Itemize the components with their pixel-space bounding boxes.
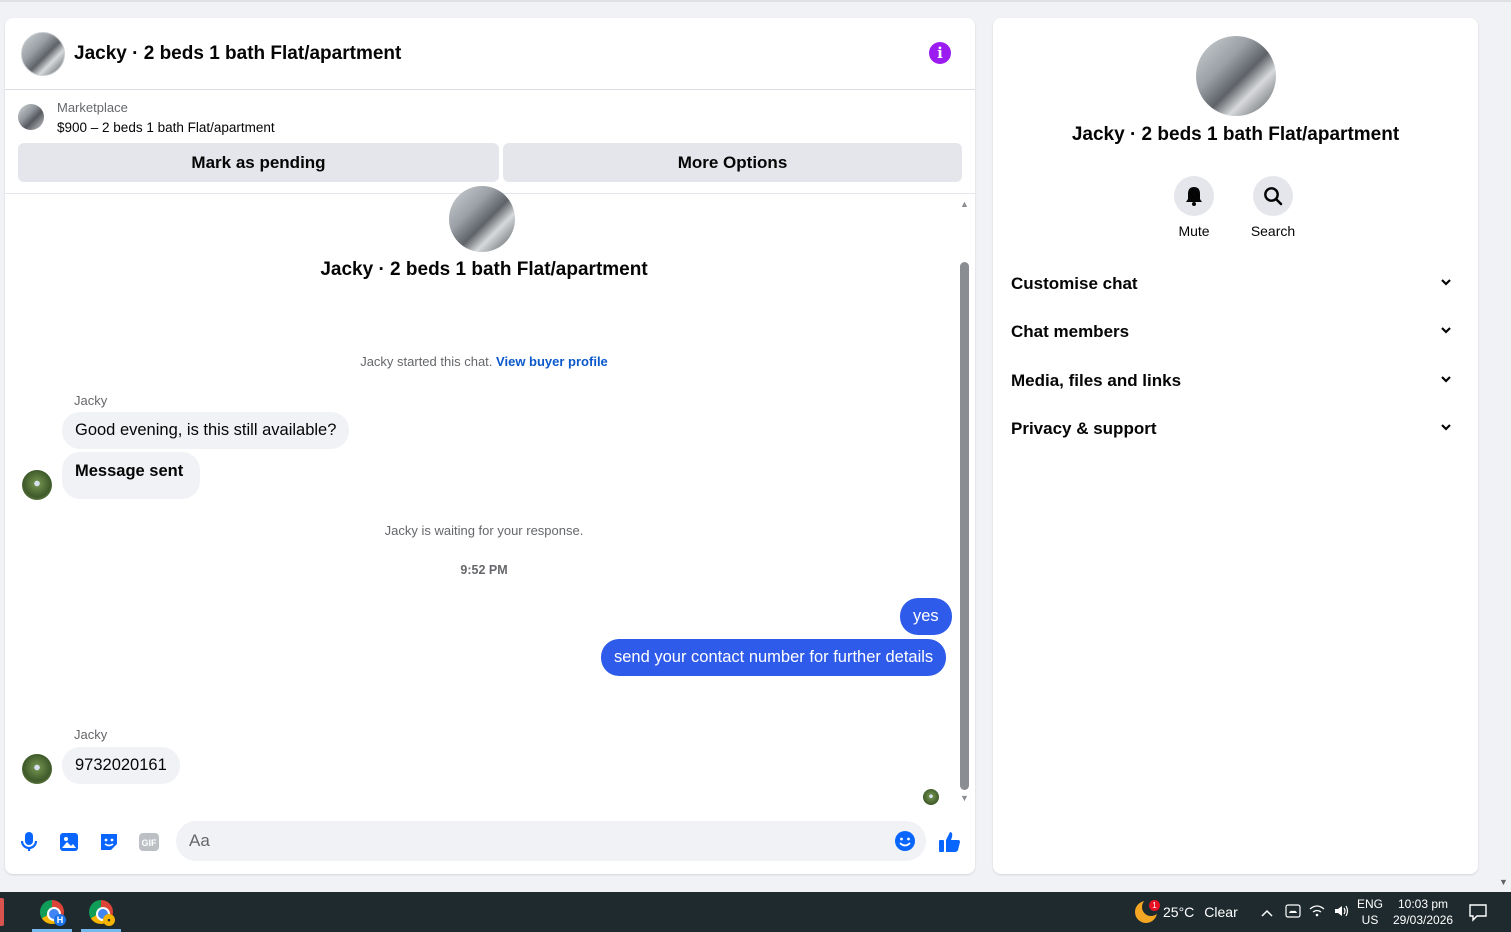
message-input-box[interactable]: [176, 821, 926, 861]
info-avatar[interactable]: [1196, 36, 1276, 116]
taskbar-chrome-profile-2[interactable]: ▪: [81, 892, 121, 932]
search-action[interactable]: Search: [1243, 176, 1303, 239]
incoming-message[interactable]: 9732020161: [62, 747, 180, 784]
taskbar-app-partial[interactable]: [0, 892, 12, 932]
section-label: Chat members: [1011, 322, 1130, 341]
more-options-button[interactable]: More Options: [503, 143, 962, 182]
bell-icon[interactable]: [1174, 176, 1214, 216]
profile-badge: H: [54, 914, 66, 926]
message-timestamp: 9:52 PM: [460, 563, 508, 577]
language-indicator[interactable]: ENG US: [1357, 896, 1383, 928]
windows-taskbar: H ▪ 1 25°C Clear ENG US 10:03 pm 29/03/2…: [0, 892, 1511, 932]
weather-widget[interactable]: 1 25°C Clear: [1135, 892, 1238, 932]
section-label: Privacy & support: [1011, 419, 1157, 438]
clock-date: 29/03/2026: [1393, 913, 1454, 927]
outgoing-message[interactable]: yes: [900, 598, 952, 635]
conversation-title: Jacky · 2 beds 1 bath Flat/apartment: [320, 259, 648, 280]
microphone-icon[interactable]: [17, 830, 41, 854]
volume-icon[interactable]: [1330, 904, 1352, 921]
chevron-down-icon: [1441, 376, 1451, 383]
info-title: Jacky · 2 beds 1 bath Flat/apartment: [1071, 124, 1400, 145]
listing-avatar[interactable]: [21, 31, 65, 76]
mark-as-pending-button[interactable]: Mark as pending: [18, 143, 499, 182]
thumbs-up-icon[interactable]: [938, 830, 962, 859]
weather-temp: 25°C: [1163, 904, 1195, 920]
message-input[interactable]: [189, 831, 869, 851]
system-tray: [1258, 892, 1352, 932]
chat-info-panel: Jacky · 2 beds 1 bath Flat/apartment Mut…: [993, 18, 1478, 874]
listing-summary[interactable]: Marketplace $900 – 2 beds 1 bath Flat/ap…: [18, 100, 962, 135]
section-media-files-links[interactable]: Media, files and links: [1001, 359, 1470, 403]
browser-edge: [0, 0, 1511, 2]
section-label: Customise chat: [1011, 274, 1138, 293]
sender-avatar[interactable]: [22, 754, 52, 784]
language-code: ENG: [1357, 897, 1384, 911]
listing-bar: Marketplace $900 – 2 beds 1 bath Flat/ap…: [5, 90, 975, 194]
notification-icon[interactable]: [1468, 902, 1488, 927]
waiting-notice: Jacky is waiting for your response.: [384, 523, 584, 538]
search-label: Search: [1250, 223, 1296, 239]
page-scrollbar[interactable]: [1496, 0, 1511, 892]
scroll-up-arrow[interactable]: ▲: [960, 199, 969, 209]
section-privacy-support[interactable]: Privacy & support: [1001, 407, 1470, 451]
message-composer: GIF: [5, 818, 975, 866]
chevron-down-icon: [1441, 424, 1451, 431]
view-buyer-profile-link[interactable]: View buyer profile: [496, 354, 608, 369]
sender-avatar[interactable]: [22, 470, 52, 500]
message-sent-card[interactable]: Message sent: [62, 452, 201, 499]
chat-started-notice: Jacky started this chat. View buyer prof…: [5, 354, 963, 369]
message-sender: Jacky: [74, 393, 108, 408]
section-chat-members[interactable]: Chat members: [1001, 310, 1470, 354]
listing-source: Marketplace: [57, 100, 128, 115]
app-icon: [0, 898, 4, 926]
chevron-down-icon: [1441, 327, 1451, 334]
chat-header: Jacky · 2 beds 1 bath Flat/apartment i: [5, 18, 975, 90]
profile-badge-lock: ▪: [103, 914, 115, 926]
weather-alert-badge: 1: [1149, 900, 1160, 911]
chevron-up-icon[interactable]: [1258, 905, 1276, 920]
info-icon[interactable]: i: [929, 42, 951, 64]
gif-icon[interactable]: GIF: [137, 830, 161, 854]
mute-action[interactable]: Mute: [1164, 176, 1224, 239]
section-label: Media, files and links: [1011, 371, 1182, 390]
svg-text:GIF: GIF: [142, 838, 158, 848]
incoming-message[interactable]: Good evening, is this still available?: [62, 412, 350, 449]
taskbar-clock[interactable]: 10:03 pm 29/03/2026: [1393, 896, 1453, 928]
onedrive-icon[interactable]: [1282, 903, 1304, 921]
outgoing-message[interactable]: send your contact number for further det…: [601, 639, 947, 676]
chevron-down-icon: [1441, 279, 1451, 286]
clock-time: 10:03 pm: [1397, 897, 1449, 911]
wifi-icon[interactable]: [1306, 904, 1328, 921]
message-sender: Jacky: [74, 727, 108, 742]
photo-icon[interactable]: [57, 830, 81, 854]
section-customise-chat[interactable]: Customise chat: [1001, 262, 1470, 306]
page-scroll-down-arrow[interactable]: ▼: [1499, 877, 1508, 887]
scroll-down-arrow[interactable]: ▼: [960, 793, 969, 803]
listing-price-title: $900 – 2 beds 1 bath Flat/apartment: [57, 120, 275, 135]
keyboard-layout: US: [1361, 913, 1379, 927]
seen-indicator-avatar: [923, 789, 939, 805]
search-icon[interactable]: [1253, 176, 1293, 216]
listing-actions: Mark as pending More Options: [18, 143, 962, 182]
emoji-icon[interactable]: [894, 830, 916, 857]
conversation-avatar[interactable]: [449, 186, 515, 252]
mute-label: Mute: [1178, 223, 1210, 239]
weather-desc: Clear: [1204, 904, 1238, 920]
chat-started-text: Jacky started this chat.: [360, 354, 493, 369]
listing-thumbnail: [18, 104, 44, 130]
chat-title[interactable]: Jacky · 2 beds 1 bath Flat/apartment: [74, 43, 401, 65]
listing-text: Marketplace $900 – 2 beds 1 bath Flat/ap…: [57, 100, 275, 135]
sticker-icon[interactable]: [97, 830, 121, 854]
chat-scrollbar-thumb[interactable]: [960, 262, 969, 790]
taskbar-chrome-profile-h[interactable]: H: [32, 892, 72, 932]
